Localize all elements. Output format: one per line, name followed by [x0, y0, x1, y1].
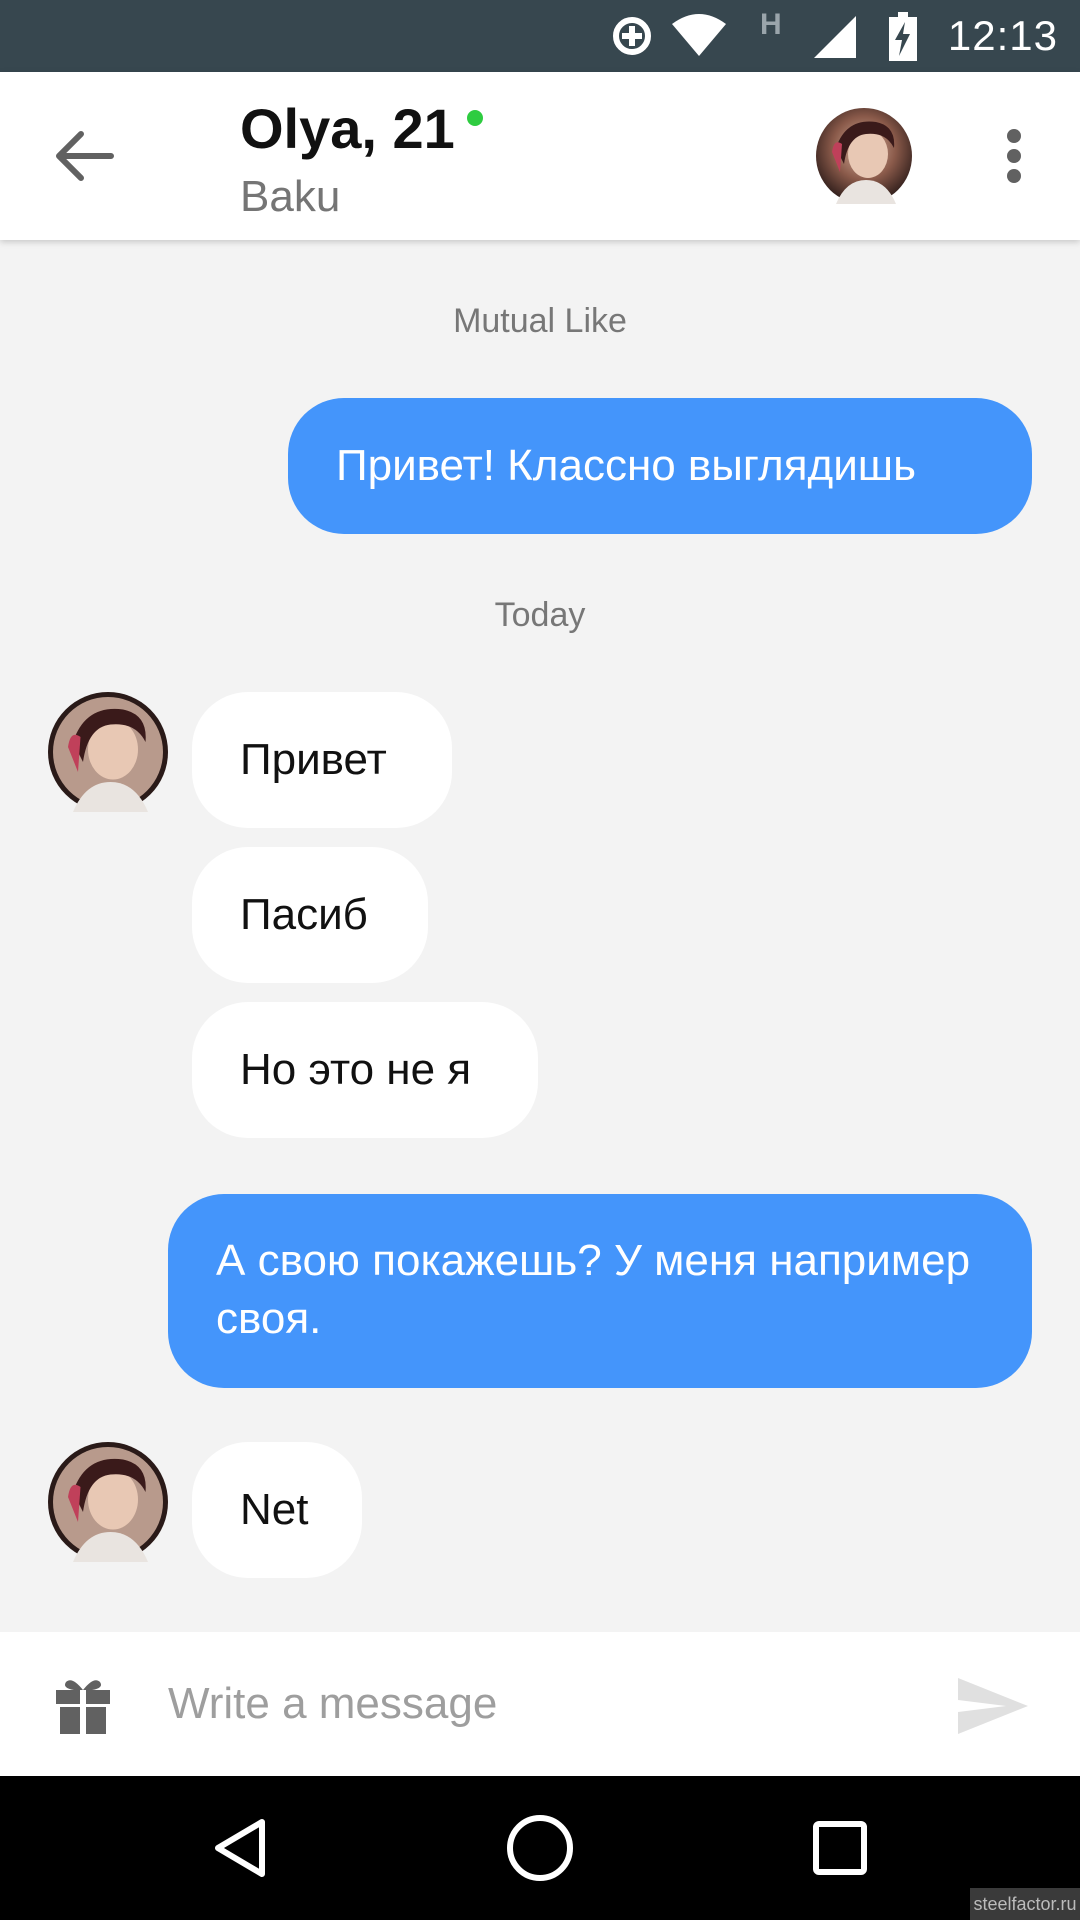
gift-button[interactable]: [52, 1674, 114, 1736]
mutual-like-label: Mutual Like: [453, 302, 627, 340]
back-triangle-icon: [215, 1819, 265, 1877]
nav-home-button[interactable]: [504, 1812, 576, 1884]
back-button[interactable]: [42, 114, 126, 198]
message-list[interactable]: Mutual Like Привет! Классно выглядишь To…: [0, 240, 1080, 1632]
message-outgoing[interactable]: А свою покажешь? У меня например своя.: [168, 1194, 1032, 1388]
avatar[interactable]: [48, 1442, 168, 1562]
more-options-button[interactable]: [990, 124, 1038, 188]
message-composer: [0, 1632, 1080, 1776]
avatar[interactable]: [48, 692, 168, 812]
data-saver-icon: [608, 12, 656, 65]
message-incoming[interactable]: Net: [192, 1442, 362, 1578]
send-icon: [958, 1678, 1028, 1734]
contact-name[interactable]: Olya, 21: [240, 96, 483, 161]
recents-square-icon: [813, 1821, 867, 1875]
gift-icon: [56, 1680, 110, 1734]
message-input[interactable]: [168, 1660, 908, 1748]
chat-header: Olya, 21 Baku: [0, 72, 1080, 240]
wifi-icon: [670, 12, 728, 65]
network-h-icon: H: [760, 8, 782, 41]
status-bar: H 12:13: [0, 0, 1080, 72]
back-arrow-icon: [56, 131, 114, 181]
message-incoming[interactable]: Привет: [192, 692, 452, 828]
home-circle-icon: [507, 1815, 573, 1881]
battery-charging-icon: [888, 12, 918, 67]
message-incoming[interactable]: Но это не я: [192, 1002, 538, 1138]
avatar[interactable]: [816, 108, 912, 204]
message-incoming[interactable]: Пасиб: [192, 847, 428, 983]
online-indicator: [466, 109, 483, 126]
contact-name-age: Olya, 21: [240, 97, 455, 160]
send-button[interactable]: [956, 1676, 1030, 1736]
watermark: steelfactor.ru: [970, 1888, 1080, 1920]
contact-city: Baku: [240, 172, 341, 221]
message-outgoing[interactable]: Привет! Классно выглядишь: [288, 398, 1032, 534]
date-separator: Today: [494, 596, 586, 634]
system-nav-bar: steelfactor.ru: [0, 1776, 1080, 1920]
nav-recents-button[interactable]: [804, 1812, 876, 1884]
nav-back-button[interactable]: [204, 1812, 276, 1884]
signal-icon: [812, 12, 858, 65]
more-vert-icon: [1007, 129, 1021, 183]
clock: 12:13: [947, 12, 1058, 59]
